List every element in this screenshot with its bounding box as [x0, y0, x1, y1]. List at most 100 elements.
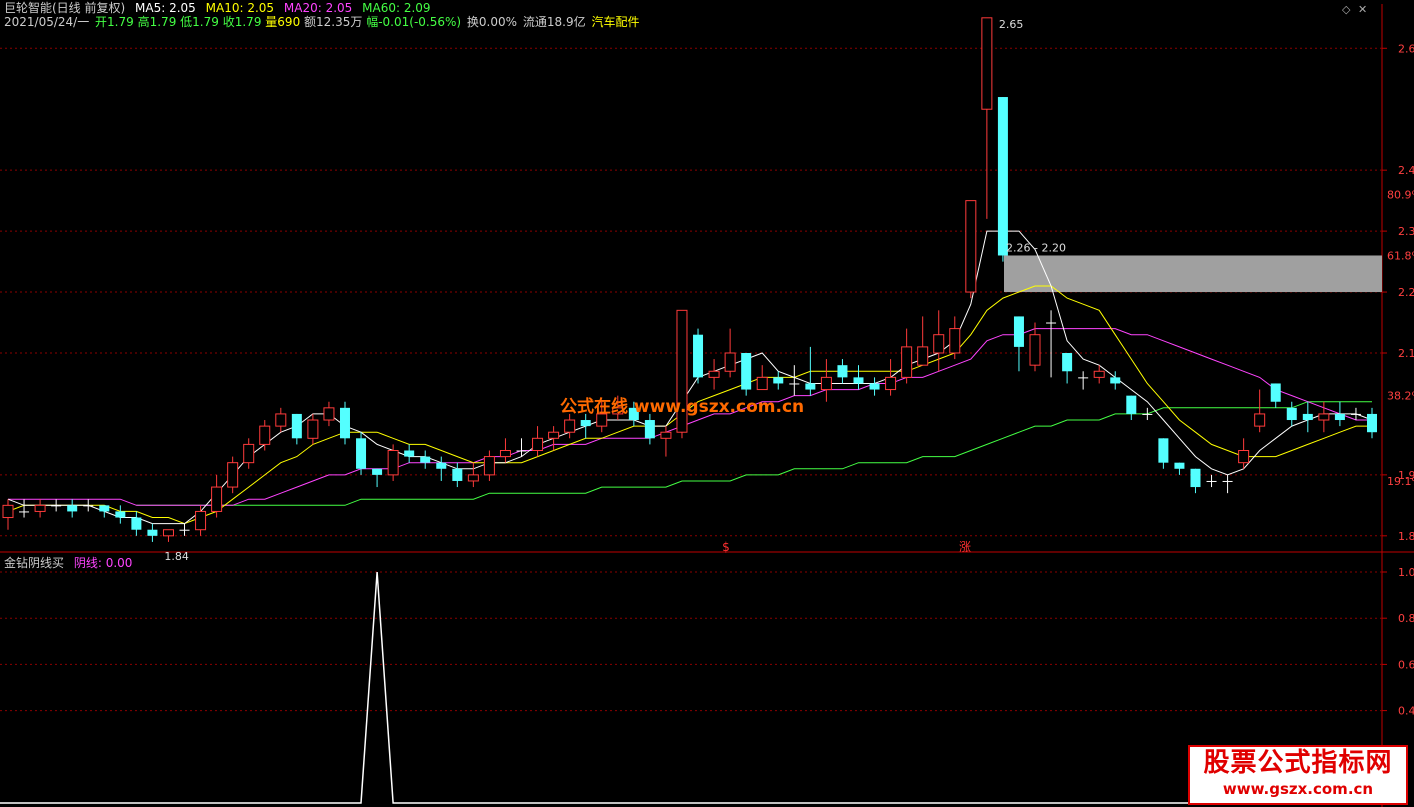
candle-body: [756, 376, 768, 391]
candle: [949, 316, 961, 360]
stock-name[interactable]: 巨轮智能(日线 前复权): [4, 1, 125, 15]
candle: [1302, 401, 1313, 433]
candle: [499, 438, 511, 463]
candle-body: [34, 504, 46, 512]
ma10-label: MA10: 2.05: [205, 1, 275, 15]
candle: [741, 352, 752, 396]
candle: [756, 365, 768, 391]
candle: [693, 328, 704, 384]
candle-body: [1206, 480, 1217, 482]
candle: [115, 505, 126, 524]
candle: [1206, 474, 1217, 488]
candle-body: [869, 383, 880, 390]
candle: [452, 462, 463, 488]
zhang-marker: 涨: [959, 539, 971, 554]
candle: [1286, 401, 1297, 427]
indicator-name[interactable]: 金钻阴线买: [4, 556, 64, 570]
price-tick-label: 2.6: [1398, 42, 1414, 55]
candle-body: [483, 456, 495, 476]
candle: [99, 505, 110, 518]
candle: [1190, 468, 1201, 494]
candle: [580, 413, 591, 439]
quote-close: 收1.79: [222, 15, 262, 29]
candle-body: [516, 450, 527, 452]
diamond-icon[interactable]: ◇: [1342, 3, 1350, 16]
candle-body: [467, 474, 479, 482]
candle-body: [162, 529, 174, 537]
candle: [227, 456, 239, 494]
candle-body: [420, 456, 431, 463]
candle: [372, 468, 383, 488]
candle: [436, 456, 447, 481]
candle-body: [644, 420, 655, 439]
indicator-tick-label: 0.4: [1398, 705, 1414, 718]
candle: [259, 420, 271, 451]
candle-body: [917, 346, 929, 366]
candle: [1046, 310, 1057, 378]
candle-body: [820, 376, 832, 391]
price-tick-label: 1.8: [1398, 530, 1414, 543]
candle-body: [227, 462, 239, 488]
candle-body: [1367, 413, 1377, 433]
candle: [1222, 474, 1233, 494]
candle-body: [387, 449, 399, 476]
candle-body: [564, 419, 576, 433]
candle-body: [1110, 377, 1121, 384]
close-icon[interactable]: ✕: [1358, 3, 1367, 16]
quote-low: 低1.79: [180, 15, 219, 29]
candle: [1062, 352, 1073, 384]
indicator-tick-label: 0.6: [1398, 658, 1414, 671]
ma5-label: MA5: 2.05: [135, 1, 196, 15]
candle-body: [1350, 413, 1361, 415]
zone-price-label: 2.26 - 2.20: [1006, 241, 1066, 254]
candle: [676, 309, 688, 439]
quote-float: 流通18.9亿: [522, 15, 586, 29]
candle: [1126, 395, 1137, 421]
candle: [467, 462, 479, 488]
candle-body: [356, 438, 367, 469]
candle-body: [195, 510, 207, 531]
quote-change: 幅-0.01(-0.56%): [366, 15, 462, 29]
fib-pct-label: 80.9%: [1387, 189, 1414, 202]
candle: [275, 407, 287, 433]
indicator-tick-label: 0.8: [1398, 612, 1414, 625]
candle: [1270, 383, 1281, 408]
low-price-label: 1.84: [164, 550, 189, 563]
candle-body: [885, 376, 897, 391]
candle: [1158, 438, 1169, 469]
candle-body: [404, 450, 415, 457]
candle: [853, 365, 864, 390]
quote-open: 开1.79: [95, 15, 134, 29]
candle-body: [1174, 462, 1185, 469]
candle: [2, 499, 14, 530]
candle: [1334, 401, 1345, 427]
candle-body: [1093, 370, 1105, 378]
candle: [1013, 316, 1024, 372]
candle-body: [1318, 413, 1330, 421]
candle: [1174, 462, 1185, 475]
indicator-tick-label: 1.0: [1398, 566, 1414, 579]
ma60-label: MA60: 2.09: [362, 1, 431, 15]
candle-body: [323, 407, 335, 421]
candle: [773, 371, 784, 390]
candle-body: [1190, 468, 1201, 488]
candle: [869, 377, 880, 396]
candle-body: [1302, 413, 1313, 421]
corner-watermark: 股票公式指标网 www.gszx.com.cn: [1188, 745, 1408, 805]
candle: [323, 401, 335, 427]
candle: [131, 511, 142, 536]
indicator-line: [0, 571, 1382, 804]
candle-body: [1062, 352, 1073, 372]
high-price-label: 2.65: [999, 18, 1024, 31]
candle-body: [1238, 449, 1250, 464]
candle-body: [1013, 316, 1024, 347]
candle-body: [291, 413, 302, 439]
quote-sector[interactable]: 汽车配件: [591, 15, 639, 29]
candle-body: [981, 17, 993, 110]
candle-body: [131, 517, 142, 530]
candle: [820, 359, 832, 402]
candle-body: [1286, 407, 1297, 421]
candle: [307, 413, 319, 445]
candle: [901, 328, 913, 384]
candle-body: [693, 334, 704, 378]
